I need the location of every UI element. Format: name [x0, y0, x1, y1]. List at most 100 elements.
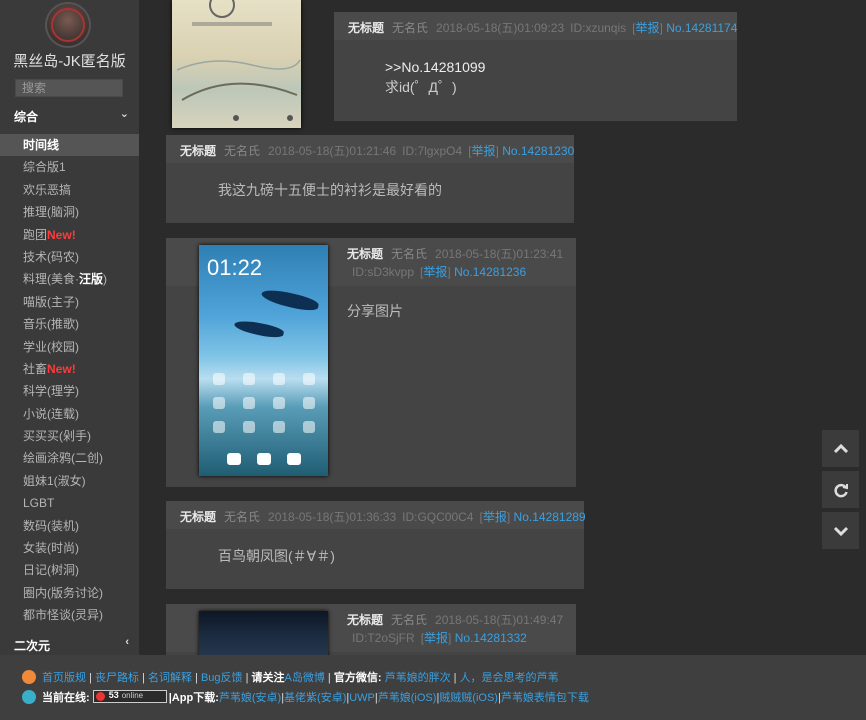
mascot-icon: [22, 670, 36, 684]
site-title[interactable]: 黑丝岛-JK匿名版: [0, 50, 139, 71]
sidebar-item-reasoning[interactable]: 推理(脑洞): [0, 201, 139, 223]
app-link-uwp[interactable]: UWP: [349, 692, 375, 704]
app-link-android-1[interactable]: 芦苇娘(安卓): [219, 692, 281, 704]
dock-icon: [257, 453, 271, 465]
post-number-link[interactable]: No.14281289: [514, 510, 586, 524]
post-reply: 无标题 无名氏 2018-05-18(五)01:09:23 ID:xzunqis [举报…: [334, 12, 737, 121]
report-link[interactable]: 举报: [483, 510, 507, 524]
sidebar-item-fun[interactable]: 欢乐恶搞: [0, 179, 139, 201]
sidebar-item-crossdress[interactable]: 女装(时尚): [0, 537, 139, 559]
post-meta-second: ID:T2oSjFR [举报] No.14281332: [352, 631, 527, 645]
post-time: 2018-05-18(五)01:21:46: [268, 144, 397, 158]
post-number-link[interactable]: No.14281230: [502, 144, 574, 158]
board-label: 料理(美食·: [23, 272, 79, 287]
sidebar-item-science[interactable]: 科学(理学): [0, 380, 139, 402]
sidebar-item-music[interactable]: 音乐(推歌): [0, 313, 139, 335]
sidebar-item-tech[interactable]: 技术(码农): [0, 246, 139, 268]
footer-row-online: 当前在线: 53 online |App下载:芦苇娘(安卓)|基佬紫(安卓)|UWP…: [22, 689, 589, 705]
avatar[interactable]: [45, 2, 91, 48]
app-icon: [273, 397, 285, 409]
footer-link-rules[interactable]: 首页版规: [42, 672, 86, 684]
footer-link-weibo[interactable]: A岛微博: [285, 672, 325, 684]
search-input[interactable]: [15, 79, 123, 97]
refresh-icon: [833, 484, 848, 498]
sidebar-item-digital[interactable]: 数码(装机): [0, 515, 139, 537]
online-counter: 53 online: [92, 690, 167, 703]
whale-shape: [233, 317, 285, 341]
post-title: 无标题: [180, 144, 217, 158]
sketch-image: [176, 0, 301, 121]
sidebar-item-sisters[interactable]: 姐妹1(淑女): [0, 470, 139, 492]
whale-shape: [260, 286, 320, 314]
post-number-link[interactable]: No.14281332: [455, 631, 527, 645]
report-link[interactable]: 举报: [472, 144, 496, 158]
post-time: 2018-05-18(五)01:23:41: [435, 247, 564, 261]
sidebar-item-diary[interactable]: 日记(树洞): [0, 559, 139, 581]
board-label-bold: 汪版: [79, 272, 104, 287]
arrow-down-icon: [833, 527, 848, 537]
sidebar-item-shopping[interactable]: 买买买(剁手): [0, 425, 139, 447]
sidebar-item-urban-legend[interactable]: 都市怪谈(灵异): [0, 604, 139, 626]
poster-id: ID:sD3kvpp: [352, 265, 415, 279]
footer-link-wechat1[interactable]: 芦苇娘的胖次: [385, 672, 451, 684]
poster-name: 无名氏: [391, 247, 428, 261]
sidebar-item-admin[interactable]: 圈内(版务讨论): [0, 582, 139, 604]
app-icon: [213, 373, 225, 385]
app-icon: [243, 373, 255, 385]
board-label: 社畜: [23, 361, 48, 376]
new-badge: New!: [47, 361, 76, 376]
report-link[interactable]: 举报: [423, 265, 447, 279]
sidebar-item-timeline[interactable]: 时间线: [0, 134, 139, 157]
sidebar-item-novel[interactable]: 小说(连载): [0, 403, 139, 425]
board-label-suffix: ): [103, 272, 108, 287]
refresh-button[interactable]: [822, 471, 859, 508]
sidebar-item-cats[interactable]: 喵版(主子): [0, 291, 139, 313]
app-link-android-2[interactable]: 基佬紫(安卓): [284, 692, 346, 704]
sidebar-item-lgbt[interactable]: LGBT: [0, 492, 139, 514]
footer-link-wechat2[interactable]: 人，是会思考的芦苇: [460, 672, 559, 684]
sidebar-item-trpg[interactable]: 跑团New!: [0, 224, 139, 246]
post-number-link[interactable]: No.14281236: [454, 265, 526, 279]
post-quote[interactable]: >>No.14281099: [385, 57, 485, 77]
post-header: 无标题 无名氏 2018-05-18(五)01:09:23 ID:xzunqis [举报…: [334, 12, 737, 40]
poster-id: ID:T2oSjFR: [352, 631, 415, 645]
footer-link-zombie[interactable]: 丧尸路标: [95, 672, 139, 684]
category-main[interactable]: 综合 ⌄: [0, 104, 139, 126]
post-text: 求id(゜Д゜): [385, 79, 457, 95]
app-link-ios-1[interactable]: 芦苇娘(iOS): [378, 692, 437, 704]
post-image-dark[interactable]: [199, 611, 328, 655]
app-link-ios-2[interactable]: 贼贼贼(iOS): [439, 692, 498, 704]
report-link[interactable]: 举报: [636, 21, 660, 35]
category-main-label: 综合: [14, 110, 39, 124]
sidebar-item-cooking[interactable]: 料理(美食·汪版): [0, 268, 139, 290]
sidebar-item-drawing[interactable]: 绘画涂鸦(二创): [0, 447, 139, 469]
post-time: 2018-05-18(五)01:49:47: [435, 613, 564, 627]
scroll-top-button[interactable]: [822, 430, 859, 467]
category-second[interactable]: 二次元 ‹: [0, 633, 139, 655]
footer-link-glossary[interactable]: 名词解释: [148, 672, 192, 684]
sidebar-item-school[interactable]: 学业(校园): [0, 336, 139, 358]
poster-id: ID:GQC00C4: [402, 510, 474, 524]
post-text: 分享图片: [347, 303, 403, 319]
post-number-link[interactable]: No.14281174: [666, 21, 737, 35]
online-text: online: [121, 691, 144, 700]
footer-link-bug[interactable]: Bug反馈: [201, 672, 243, 684]
app-link-stickers[interactable]: 芦苇娘表情包下载: [501, 692, 589, 704]
poster-name: 无名氏: [224, 144, 261, 158]
post-reply: 无标题 无名氏 2018-05-18(五)01:49:47 ID:T2oSjFR [举…: [166, 604, 576, 655]
post-image-phone[interactable]: 01:22: [199, 245, 328, 476]
report-link[interactable]: 举报: [424, 631, 448, 645]
post-title: 无标题: [348, 21, 385, 35]
dock-icon: [287, 453, 301, 465]
sidebar-item-general[interactable]: 综合版1: [0, 156, 139, 178]
mascot-icon: [22, 690, 36, 704]
footer-row-links: 首页版规 | 丧尸路标 | 名词解释 | Bug反馈 | 请关注A岛微博 | 官…: [22, 669, 559, 685]
post-image-sketch[interactable]: [172, 0, 301, 128]
app-icon: [303, 373, 315, 385]
scroll-bottom-button[interactable]: [822, 512, 859, 549]
post-title: 无标题: [347, 247, 384, 261]
dock-icon: [227, 453, 241, 465]
sidebar-item-work[interactable]: 社畜New!: [0, 358, 139, 380]
post-header: 无标题 无名氏 2018-05-18(五)01:21:46 ID:7lgxpO4 [举报…: [166, 135, 574, 163]
board-label: 跑团: [23, 227, 48, 242]
